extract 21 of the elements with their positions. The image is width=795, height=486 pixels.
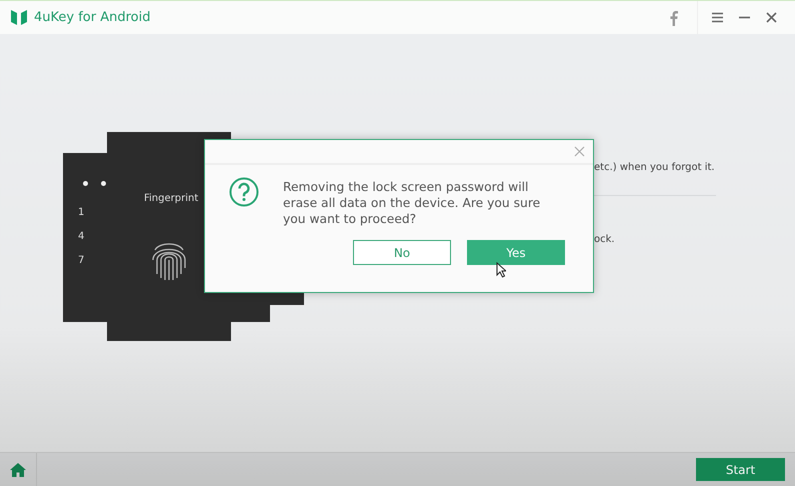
- cursor-icon: [496, 262, 506, 278]
- question-icon: [229, 177, 259, 207]
- pin-dot: [101, 181, 106, 186]
- yes-button[interactable]: Yes: [467, 240, 565, 265]
- dialog-message: Removing the lock screen password will erase all data on the device. Are you sure you want to proceed?: [283, 179, 542, 227]
- fingerprint-label: Fingerprint: [144, 193, 198, 204]
- home-icon[interactable]: [10, 462, 26, 476]
- keypad-digit: 1: [78, 207, 84, 218]
- keypad-digit: 7: [78, 255, 84, 266]
- logo-icon: [10, 9, 28, 26]
- no-button[interactable]: No: [353, 240, 451, 265]
- description-text: etc.) when you forgot it.: [594, 162, 715, 173]
- start-button[interactable]: Start: [696, 458, 785, 481]
- window-title: 4uKey for Android: [34, 10, 152, 25]
- close-icon[interactable]: [766, 12, 777, 23]
- keypad-digit: 4: [78, 231, 84, 242]
- menu-icon[interactable]: [712, 12, 723, 23]
- pin-dot: [83, 181, 88, 186]
- description-text: ock.: [594, 234, 615, 245]
- minimize-icon[interactable]: [739, 16, 750, 19]
- facebook-icon[interactable]: [669, 10, 679, 26]
